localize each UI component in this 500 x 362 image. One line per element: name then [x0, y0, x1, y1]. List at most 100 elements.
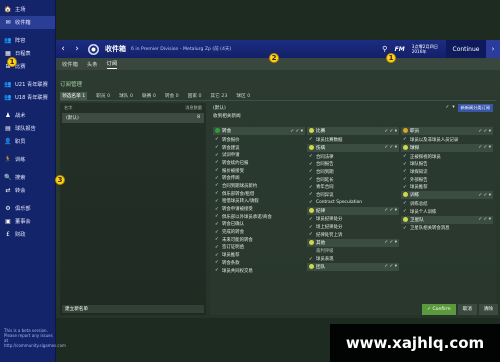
search-icon[interactable]: ⚲: [378, 45, 392, 53]
sidebar-item[interactable]: ✉ 收件箱: [0, 16, 55, 29]
checkmark-icon[interactable]: ✓: [215, 230, 221, 235]
subscription-item[interactable]: ✓ 球探知识: [401, 168, 493, 176]
category-header[interactable]: 转会 ✓ ✓ ▾: [213, 127, 305, 135]
checkmark-icon[interactable]: ✓: [309, 192, 315, 197]
news-subscription-button[interactable]: 新新闻分类订阅: [457, 103, 493, 112]
check-all-icon[interactable]: ✓: [446, 105, 450, 110]
checkmark-icon[interactable]: ✓: [215, 207, 221, 212]
checkmark-icon[interactable]: ✓: [215, 160, 221, 165]
checkmark-icon[interactable]: ✓: [309, 217, 315, 222]
subscription-item[interactable]: ✓ 试训申请: [213, 151, 305, 159]
fm-menu-button[interactable]: FM: [395, 46, 405, 53]
category-toggle-icon[interactable]: ✓ ✓ ▾: [478, 145, 491, 150]
subscription-item[interactable]: ✓ 转会传闻: [213, 174, 305, 182]
category-toggle-icon[interactable]: ✓ ✓ ▾: [384, 145, 397, 150]
subscription-item[interactable]: ✓ 球员纪律处分: [307, 216, 399, 224]
subscription-item[interactable]: ✓ 转会条款: [213, 259, 305, 267]
checkmark-icon[interactable]: ✓: [403, 162, 409, 167]
filter-tab-transfers[interactable]: 转会 0: [165, 93, 179, 99]
checkmark-icon[interactable]: ✓: [215, 183, 221, 188]
checkmark-icon[interactable]: ✓: [403, 177, 409, 182]
subscription-item[interactable]: ✓ 球员共同权交易: [213, 267, 305, 275]
subscription-item[interactable]: ✓ 场上纪律处分: [307, 223, 399, 231]
category-toggle-icon[interactable]: ✓ ✓ ▾: [290, 129, 303, 134]
checkmark-icon[interactable]: ✓: [403, 185, 409, 190]
subscription-item[interactable]: ✓ 外部报告: [401, 176, 493, 184]
checkmark-icon[interactable]: ✓: [309, 177, 315, 182]
sidebar-item[interactable]: ▣ 董事会: [0, 215, 55, 228]
category-toggle-icon[interactable]: ✓ ✓ ▾: [384, 208, 397, 213]
forward-button[interactable]: ›: [70, 44, 84, 54]
checkmark-icon[interactable]: ✓: [215, 245, 221, 250]
filter-tab-leagues[interactable]: 联赛 0: [142, 93, 156, 99]
subscription-item[interactable]: ✓ 合同报告: [307, 160, 399, 168]
subscription-item[interactable]: ✓ 合同延长: [307, 176, 399, 184]
subscription-item[interactable]: ✓ 训练总结: [401, 200, 493, 208]
subscription-item[interactable]: ✓ 球员推荐: [213, 251, 305, 259]
subscription-item[interactable]: ✓ 球队报告: [401, 160, 493, 168]
subscription-item[interactable]: 裁判评级: [307, 248, 399, 256]
checkmark-icon[interactable]: ✓: [403, 169, 409, 174]
checkmark-icon[interactable]: ✓: [215, 153, 221, 158]
subscription-item[interactable]: ✓ 俱乐部转会/租借: [213, 190, 305, 198]
checkmark-icon[interactable]: ✓: [403, 154, 409, 159]
subscription-item[interactable]: ✓ 转会续约已报: [213, 159, 305, 167]
subscription-item[interactable]: ✓ 转会申请被接受: [213, 205, 305, 213]
category-header[interactable]: 球探 ✓ ✓ ▾: [401, 143, 493, 152]
sidebar-item[interactable]: 👥 U18 青年联赛: [0, 91, 55, 104]
subscription-item[interactable]: ✓ 租借球员转入/请假: [213, 198, 305, 206]
checkmark-icon[interactable]: ✓: [309, 232, 315, 237]
column-count-header[interactable]: 消息数量: [185, 105, 202, 111]
subscription-item[interactable]: ✓ 合同到期球员新约: [213, 182, 305, 190]
checkmark-icon[interactable]: ✓: [215, 176, 221, 181]
list-item[interactable]: (默认) 8: [62, 113, 204, 123]
tab-inbox[interactable]: 收件箱: [62, 60, 78, 68]
confirm-button[interactable]: ✓ Confirm: [422, 303, 456, 315]
category-toggle-icon[interactable]: ✓ ✓ ▾: [384, 129, 397, 134]
checkmark-icon[interactable]: ✓: [309, 200, 315, 205]
checkmark-icon[interactable]: ✓: [215, 145, 221, 150]
subscription-item[interactable]: ✓ 完成的转会: [213, 228, 305, 236]
sidebar-item[interactable]: 👥 U21 青年联赛: [0, 78, 55, 91]
tab-subscriptions[interactable]: 订阅: [106, 59, 118, 69]
category-toggle-icon[interactable]: ✓ ✓ ▾: [384, 240, 397, 245]
subscription-item[interactable]: ✓ 正被探视的球员: [401, 153, 493, 161]
category-header[interactable]: 团队 ✓ ✓ ▾: [307, 262, 399, 271]
subscription-item[interactable]: ✓ 球员表现: [307, 255, 399, 263]
subscription-item[interactable]: ✓ 签订证明函: [213, 244, 305, 252]
checkmark-icon[interactable]: ✓: [403, 209, 409, 214]
sidebar-item[interactable]: 👥 阵容: [0, 34, 55, 47]
checkmark-icon[interactable]: ✓: [215, 268, 221, 273]
club-crest-icon[interactable]: [88, 43, 99, 55]
filter-tab-other[interactable]: 其它 23: [211, 93, 228, 99]
checkmark-icon[interactable]: ✓: [215, 199, 221, 204]
checkmark-icon[interactable]: ✓: [309, 162, 315, 167]
category-header[interactable]: 职员 ✓ ✓ ▾: [401, 127, 493, 135]
filter-tab-staff[interactable]: 职员 0: [96, 93, 110, 99]
checkmark-icon[interactable]: ✓: [215, 137, 221, 142]
sidebar-item[interactable]: 👤 职员: [0, 135, 55, 148]
checkmark-icon[interactable]: ✓: [403, 201, 409, 206]
subscription-item[interactable]: ✓ 合同到期: [307, 168, 399, 176]
category-toggle-icon[interactable]: ✓ ✓ ▾: [478, 217, 491, 222]
filter-tab-nations[interactable]: 国家 0: [188, 93, 202, 99]
tab-headlines[interactable]: 头条: [87, 60, 98, 68]
category-header[interactable]: 纪律 ✓ ✓ ▾: [307, 206, 399, 215]
sidebar-item[interactable]: ♟ 战术: [0, 109, 55, 122]
subscription-item[interactable]: ✓ 球员比赛数据: [307, 136, 399, 144]
category-toggle-icon[interactable]: ✓ ✓ ▾: [478, 129, 491, 134]
sidebar-item[interactable]: ⚙ 俱乐部: [0, 202, 55, 215]
sidebar-item[interactable]: £ 财政: [0, 228, 55, 241]
subscription-item[interactable]: ✓ 转会报价: [213, 136, 305, 144]
column-name-header[interactable]: 名字: [64, 105, 72, 111]
sidebar-item[interactable]: 🏠 主场: [0, 3, 55, 16]
sidebar-item[interactable]: 🏃 训练: [0, 153, 55, 166]
checkmark-icon[interactable]: ✓: [309, 154, 315, 159]
subscription-item[interactable]: ✓ 球员推荐: [401, 183, 493, 191]
subscription-item[interactable]: ✓ 转会建议: [213, 144, 305, 152]
subscription-item[interactable]: ✓ 未来可能的转会: [213, 236, 305, 244]
checkmark-icon[interactable]: ✓: [309, 137, 315, 142]
sidebar-item[interactable]: 🔍 搜索: [0, 171, 55, 184]
filter-tab-shortlist[interactable]: 领选名单 1: [60, 92, 88, 100]
checkmark-icon[interactable]: ✓: [215, 214, 221, 219]
